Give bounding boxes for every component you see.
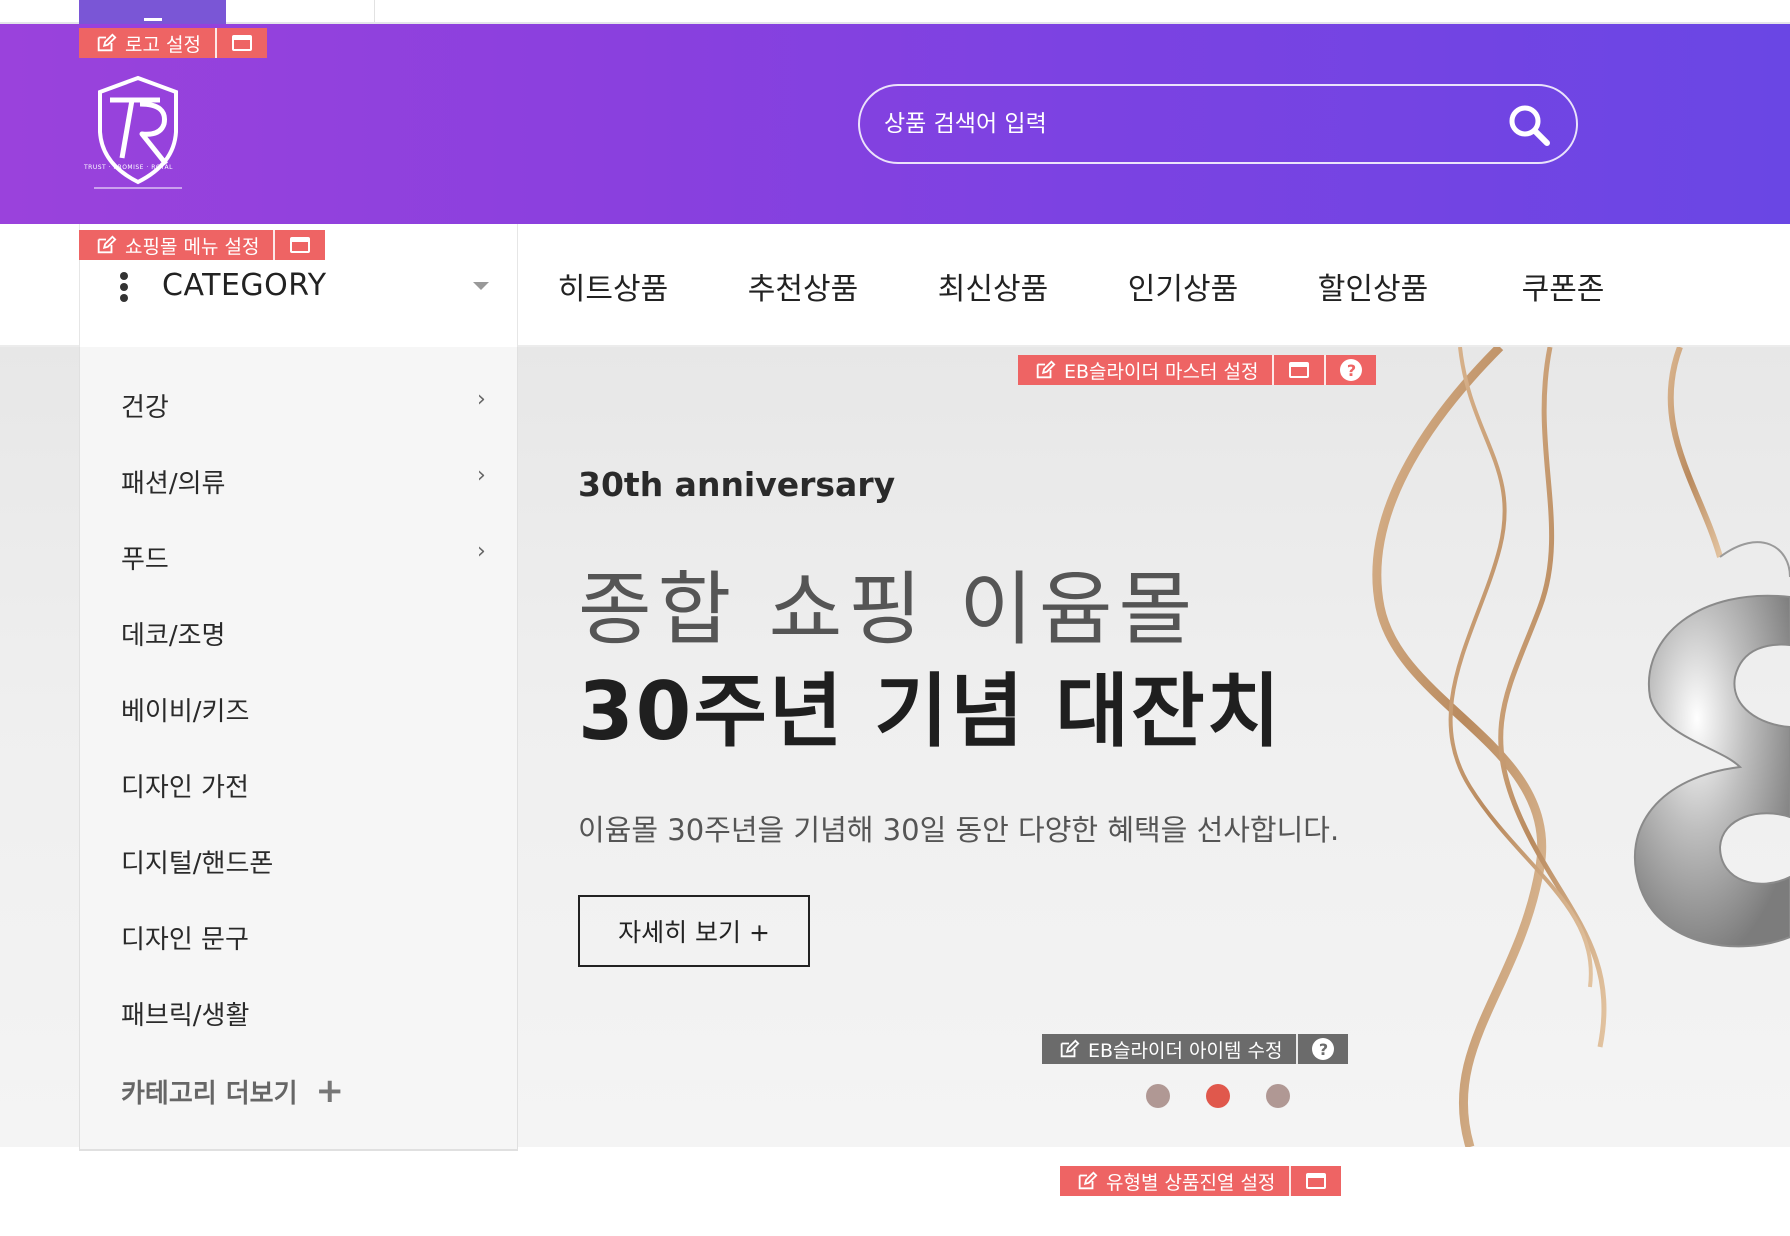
site-logo[interactable]	[88, 72, 188, 200]
nav-item-discount[interactable]: 할인상품	[1278, 264, 1468, 308]
slider-dot-2[interactable]	[1206, 1084, 1230, 1108]
category-item-deco[interactable]: 데코/조명	[121, 615, 491, 655]
category-item-baby[interactable]: 베이비/키즈	[121, 691, 491, 731]
nav-menu: 히트상품 추천상품 최신상품 인기상품 할인상품 쿠폰존	[518, 224, 1658, 347]
search-icon[interactable]	[1504, 100, 1554, 150]
eb-slider-item-button[interactable]: EB슬라이더 아이템 수정	[1042, 1034, 1296, 1064]
nav-item-coupon[interactable]: 쿠폰존	[1468, 264, 1658, 308]
window-icon	[1289, 362, 1310, 378]
top-divider	[374, 0, 375, 22]
category-item-stationery[interactable]: 디자인 문구	[121, 919, 491, 959]
category-item-label: 푸드	[121, 545, 169, 575]
category-item-label: 데코/조명	[121, 621, 226, 651]
shop-menu-settings-tag: 쇼핑몰 메뉴 설정	[79, 230, 326, 260]
logo-tagline: TRUST · PROMISE · ROYAL	[84, 164, 173, 171]
type-display-window-button[interactable]	[1289, 1166, 1341, 1196]
top-strip	[0, 0, 1790, 24]
category-item-fashion[interactable]: 패션/의류 ›	[121, 463, 491, 503]
category-item-label: 건강	[121, 393, 169, 423]
eb-slider-master-label: EB슬라이더 마스터 설정	[1064, 360, 1259, 383]
slider-dot-1[interactable]	[1146, 1084, 1170, 1108]
chevron-right-icon: ›	[477, 387, 486, 412]
category-item-label: 디자인 가전	[121, 773, 249, 803]
category-item-label: 패션/의류	[121, 469, 226, 499]
nav-item-recommended[interactable]: 추천상품	[708, 264, 898, 308]
banner-title-line1: 종합 쇼핑 이윰몰	[578, 563, 1199, 656]
logo-settings-label: 로고 설정	[125, 33, 201, 56]
banner-title-line2: 30주년 기념 대잔치	[578, 665, 1283, 758]
logo-settings-tag: 로고 설정	[79, 28, 267, 58]
eb-slider-master-help-button[interactable]: ?	[1324, 355, 1376, 385]
top-tab[interactable]	[79, 0, 226, 24]
category-item-food[interactable]: 푸드 ›	[121, 539, 491, 579]
banner-description: 이윰몰 30주년을 기념해 30일 동안 다양한 혜택을 선사합니다.	[578, 813, 1340, 847]
category-item-digital[interactable]: 디지털/핸드폰	[121, 843, 491, 883]
category-panel: 건강 › 패션/의류 › 푸드 › 데코/조명 베이비/키즈 디자인 가전 디지…	[79, 347, 518, 1151]
logo-settings-button[interactable]: 로고 설정	[79, 28, 215, 58]
category-item-label: 디자인 문구	[121, 925, 249, 955]
shop-menu-settings-label: 쇼핑몰 메뉴 설정	[125, 235, 260, 258]
category-item-appliance[interactable]: 디자인 가전	[121, 767, 491, 807]
category-item-label: 베이비/키즈	[121, 697, 250, 727]
type-display-settings-button[interactable]: 유형별 상품진열 설정	[1060, 1166, 1289, 1196]
category-more-label: 카테고리 더보기	[121, 1078, 298, 1109]
slider-dot-3[interactable]	[1266, 1084, 1290, 1108]
eb-slider-master-tag: EB슬라이더 마스터 설정 ?	[1018, 355, 1377, 385]
caret-down-icon	[473, 282, 489, 290]
type-display-settings-tag: 유형별 상품진열 설정	[1060, 1166, 1342, 1196]
eb-slider-master-window-button[interactable]	[1272, 355, 1324, 385]
kebab-icon	[120, 272, 130, 302]
category-item-fabric[interactable]: 패브릭/생활	[121, 995, 491, 1035]
plus-icon: +	[315, 1071, 345, 1111]
nav-item-hit[interactable]: 히트상품	[518, 264, 708, 308]
eb-slider-master-button[interactable]: EB슬라이더 마스터 설정	[1018, 355, 1272, 385]
chevron-right-icon: ›	[477, 463, 486, 488]
site-header: TRUST · PROMISE · ROYAL	[0, 24, 1790, 224]
category-item-label: 디지털/핸드폰	[121, 849, 274, 879]
edit-icon	[97, 33, 117, 52]
shop-menu-settings-button[interactable]: 쇼핑몰 메뉴 설정	[79, 230, 273, 260]
window-icon	[290, 237, 311, 253]
nav-item-popular[interactable]: 인기상품	[1088, 264, 1278, 308]
eb-slider-item-label: EB슬라이더 아이템 수정	[1088, 1039, 1283, 1062]
window-icon	[231, 35, 252, 51]
slider-pagination	[1146, 1084, 1290, 1108]
category-item-label: 패브릭/생활	[121, 1001, 250, 1031]
banner-subtitle: 30th anniversary	[578, 465, 896, 504]
type-display-settings-label: 유형별 상품진열 설정	[1106, 1171, 1276, 1194]
edit-icon	[97, 235, 117, 254]
tab-indicator	[144, 18, 162, 21]
eb-slider-item-help-button[interactable]: ?	[1296, 1034, 1348, 1064]
help-icon: ?	[1340, 359, 1363, 381]
edit-icon	[1036, 360, 1056, 379]
search-input[interactable]	[884, 104, 1444, 144]
nav-item-newest[interactable]: 최신상품	[898, 264, 1088, 308]
logo-settings-window-button[interactable]	[214, 28, 267, 58]
chevron-right-icon: ›	[477, 539, 486, 564]
eb-slider-item-tag: EB슬라이더 아이템 수정 ?	[1042, 1034, 1349, 1064]
window-icon	[1306, 1173, 1327, 1189]
help-icon: ?	[1312, 1038, 1335, 1060]
shop-menu-window-button[interactable]	[273, 230, 325, 260]
category-item-health[interactable]: 건강 ›	[121, 387, 491, 427]
banner-detail-button[interactable]: 자세히 보기 +	[578, 895, 810, 967]
edit-icon	[1060, 1039, 1080, 1058]
search-bar	[858, 84, 1578, 164]
edit-icon	[1078, 1171, 1098, 1190]
category-more-button[interactable]: 카테고리 더보기 +	[121, 1071, 344, 1111]
category-header-label: CATEGORY	[162, 268, 327, 303]
